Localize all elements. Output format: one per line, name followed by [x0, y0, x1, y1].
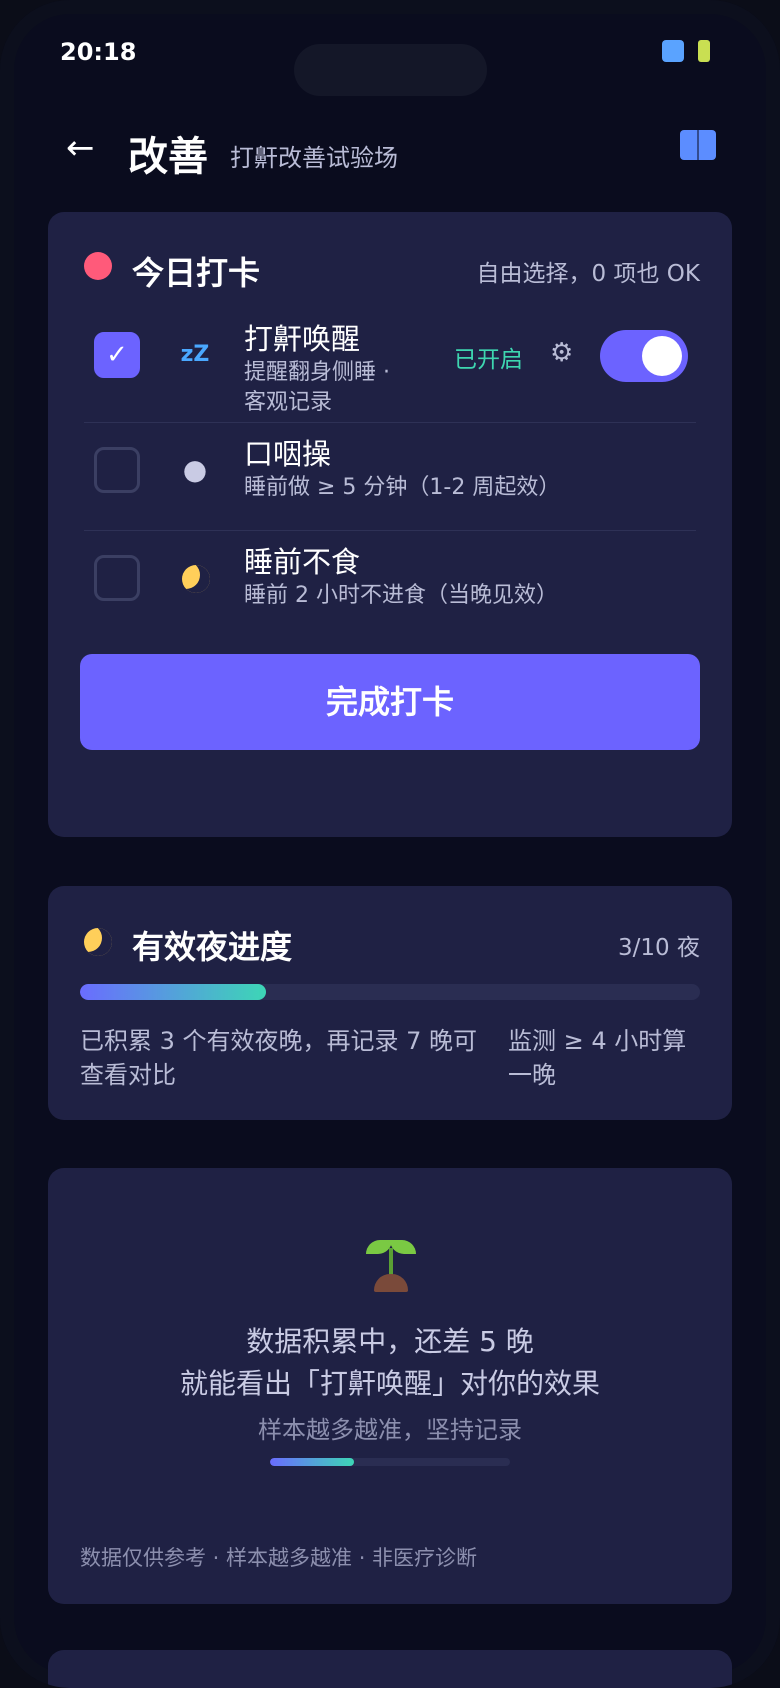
checkin-card: 今日打卡 自由选择，0 项也 OK ✓ zZ 打鼾唤醒 提醒翻身侧睡 · 客观记…	[48, 212, 732, 837]
item-subtitle: 睡前做 ≥ 5 分钟（1-2 周起效）	[244, 475, 561, 500]
checkin-title: 今日打卡	[132, 254, 261, 292]
item-title: 睡前不食	[244, 545, 361, 579]
next-card	[48, 1650, 732, 1688]
moon-icon	[84, 928, 112, 956]
analysis-card: 数据积累中，还差 5 晚 就能看出「打鼾唤醒」对你的效果 样本越多越准，坚持记录…	[48, 1168, 732, 1604]
progress-note: 已积累 3 个有效夜晚，再记录 7 晚可查看对比	[80, 1027, 478, 1089]
analysis-line1: 数据积累中，还差 5 晚	[246, 1325, 534, 1358]
item-title: 口咽操	[244, 437, 332, 471]
progress-count: 3/10 夜	[618, 935, 700, 961]
progress-title: 有效夜进度	[132, 928, 293, 966]
book-icon[interactable]	[680, 130, 716, 160]
page-title: 改善	[128, 134, 208, 180]
progress-header: 有效夜进度 3/10 夜	[84, 922, 700, 966]
item-subtitle: 睡前 2 小时不进食（当晚见效）	[244, 583, 558, 608]
page-subtitle: 打鼾改善试验场	[230, 144, 398, 172]
analysis-footer: 数据仅供参考 · 样本越多越准 · 非医疗诊断	[80, 1546, 478, 1570]
gear-icon[interactable]: ⚙	[550, 338, 573, 368]
toggle-knob	[642, 336, 682, 376]
back-button[interactable]: ←	[66, 128, 95, 168]
checkbox-throat-exercise[interactable]	[94, 447, 140, 493]
status-time: 20:18	[60, 38, 137, 66]
checkbox-no-food[interactable]	[94, 555, 140, 601]
checkbox-snore-wake[interactable]: ✓	[94, 332, 140, 378]
snore-wake-toggle[interactable]	[600, 330, 688, 382]
progress-bar	[80, 984, 700, 1000]
progress-card: 有效夜进度 3/10 夜 已积累 3 个有效夜晚，再记录 7 晚可查看对比 监测…	[48, 886, 732, 1120]
sprout-icon	[366, 1240, 416, 1292]
speaking-head-icon: ●	[182, 453, 208, 486]
item-subtitle: 提醒翻身侧睡 · 客观记录	[244, 360, 390, 415]
checkin-item-no-food[interactable]: 睡前不食 睡前 2 小时不进食（当晚见效）	[84, 530, 696, 637]
pushpin-icon	[84, 252, 112, 280]
analysis-mini-progress	[270, 1458, 510, 1466]
status-enabled: 已开启	[454, 347, 523, 373]
progress-rule: 监测 ≥ 4 小时算一晚	[508, 1027, 687, 1089]
checkin-item-snore-wake[interactable]: ✓ zZ 打鼾唤醒 提醒翻身侧睡 · 客观记录 已开启 ⚙	[84, 308, 696, 415]
checkin-header: 今日打卡 自由选择，0 项也 OK	[84, 248, 700, 292]
checkin-item-throat-exercise[interactable]: ● 口咽操 睡前做 ≥ 5 分钟（1-2 周起效）	[84, 422, 696, 529]
checkin-hint: 自由选择，0 项也 OK	[476, 261, 700, 287]
camera-notch	[294, 44, 487, 96]
complete-checkin-button[interactable]: 完成打卡	[80, 654, 700, 750]
analysis-line2: 就能看出「打鼾唤醒」对你的效果	[179, 1367, 600, 1400]
progress-fill	[80, 984, 266, 1000]
phone-screen: 20:18 ← 改善 打鼾改善试验场 今日打卡 自由选择，0 项也 OK ✓ z…	[0, 0, 780, 1688]
page-header: ← 改善 打鼾改善试验场	[60, 120, 720, 180]
item-title: 打鼾唤醒	[244, 322, 361, 356]
battery-icon	[698, 40, 710, 62]
analysis-line3: 样本越多越准，坚持记录	[258, 1416, 522, 1444]
mini-progress-fill	[270, 1458, 354, 1466]
signal-icon	[662, 40, 684, 62]
moon-icon	[176, 559, 214, 597]
sleep-zzz-icon: zZ	[180, 342, 210, 367]
